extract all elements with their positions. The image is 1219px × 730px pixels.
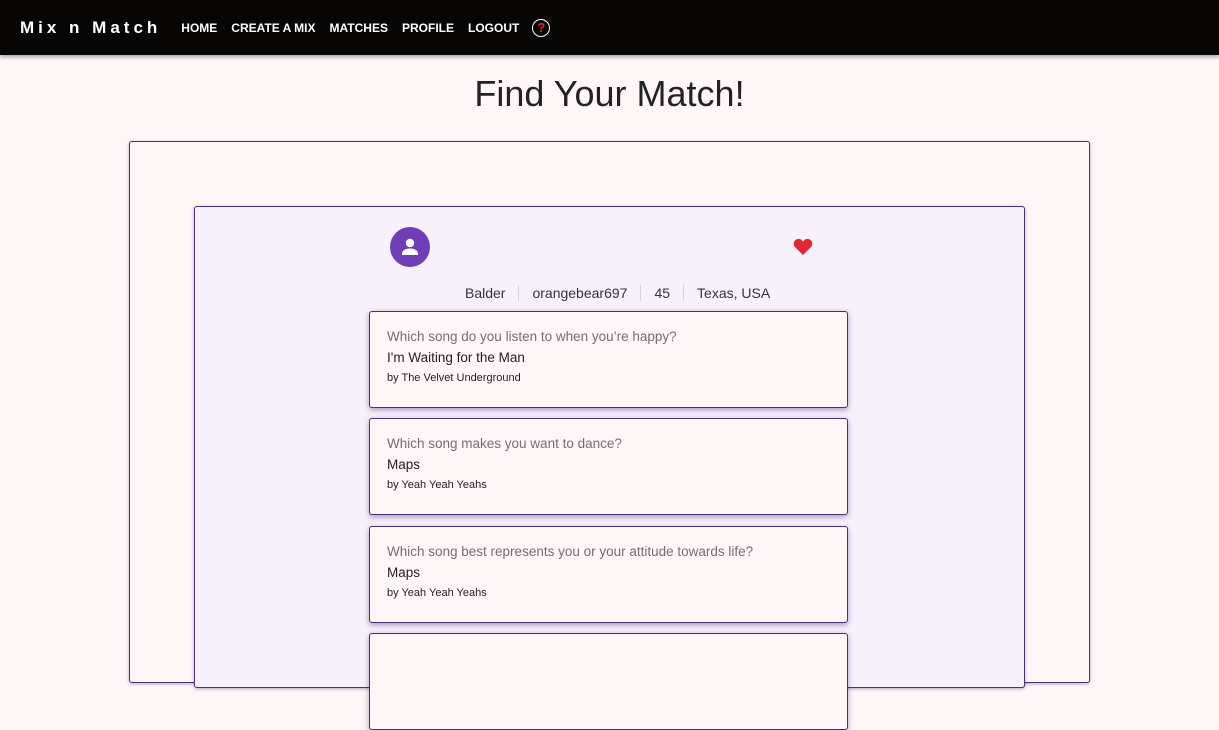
answer-artist: by Yeah Yeah Yeahs bbox=[387, 479, 487, 491]
answer-artist: by Yeah Yeah Yeahs bbox=[387, 587, 487, 599]
person-icon bbox=[402, 238, 418, 255]
nav-link-logout[interactable]: LOGOUT bbox=[468, 21, 519, 35]
avatar bbox=[390, 227, 430, 267]
top-navbar: Mix n Match HOME CREATE A MIX MATCHES PR… bbox=[0, 0, 1219, 55]
answer-card: Which song best represents you or your a… bbox=[369, 526, 848, 623]
profile-location: Texas, USA bbox=[683, 285, 783, 301]
heart-icon[interactable] bbox=[793, 238, 813, 256]
brand-logo[interactable]: Mix n Match bbox=[20, 18, 161, 38]
answer-card: Which song do you listen to when you’re … bbox=[369, 311, 848, 408]
answer-song-title: I'm Waiting for the Man bbox=[387, 350, 525, 365]
answer-song-title: Maps bbox=[387, 457, 421, 472]
answer-card bbox=[369, 633, 848, 730]
answer-question: Which song do you listen to when you’re … bbox=[387, 329, 677, 344]
answer-artist: by The Velvet Underground bbox=[387, 372, 521, 384]
nav-link-profile[interactable]: PROFILE bbox=[402, 21, 454, 35]
nav-links: HOME CREATE A MIX MATCHES PROFILE LOGOUT… bbox=[181, 18, 551, 37]
answer-question: Which song makes you want to dance? bbox=[387, 436, 622, 451]
nav-link-matches[interactable]: MATCHES bbox=[330, 21, 388, 35]
page-title: Find Your Match! bbox=[474, 73, 745, 114]
nav-link-create-a-mix[interactable]: CREATE A MIX bbox=[231, 21, 315, 35]
question-circle-icon[interactable]: ? bbox=[532, 18, 551, 37]
profile-username: orangebear697 bbox=[518, 285, 640, 301]
answer-song-title: Maps bbox=[387, 565, 421, 580]
profile-name: Balder bbox=[465, 285, 506, 301]
nav-link-home[interactable]: HOME bbox=[181, 21, 217, 35]
answer-question: Which song best represents you or your a… bbox=[387, 544, 754, 559]
profile-info-row: Balder orangebear697 45 Texas, USA bbox=[452, 283, 783, 303]
profile-age: 45 bbox=[640, 285, 683, 301]
answer-card: Which song makes you want to dance? Maps… bbox=[369, 418, 848, 515]
